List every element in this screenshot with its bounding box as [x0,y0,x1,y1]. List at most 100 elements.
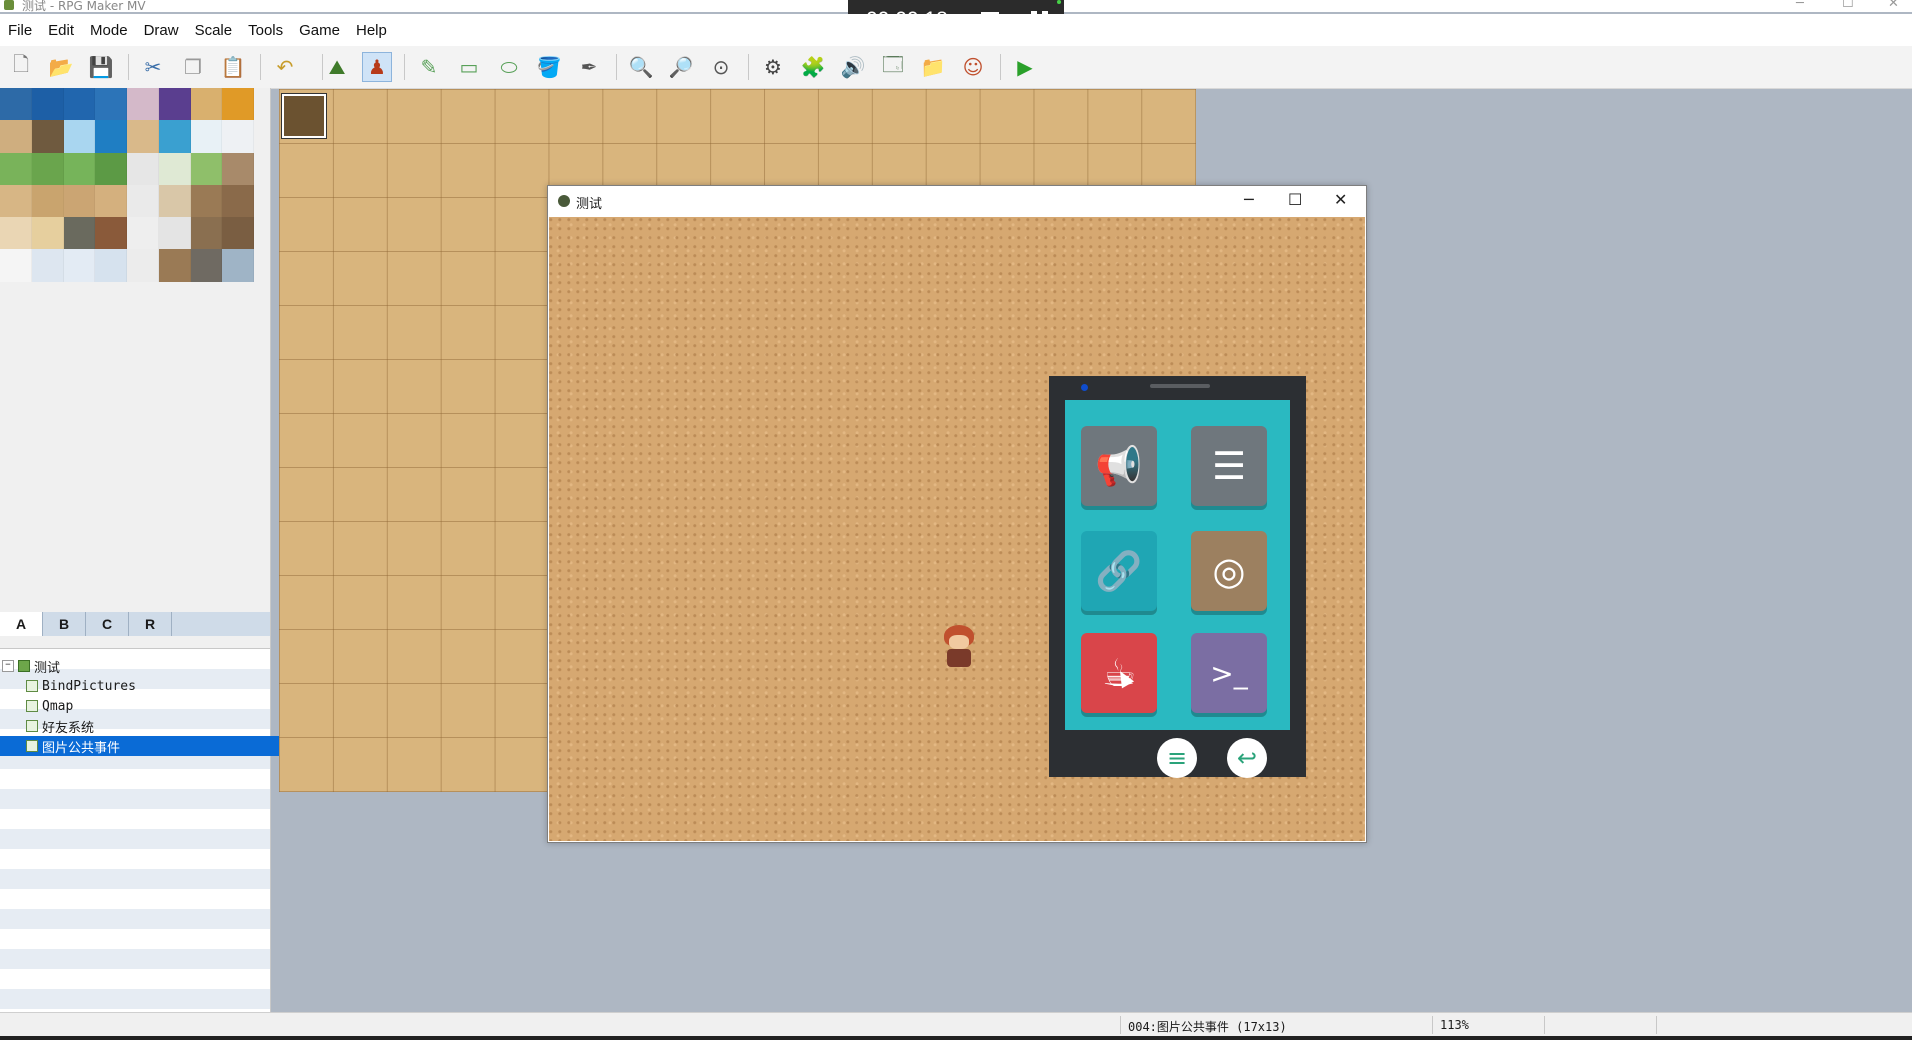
map-tree-item[interactable]: BindPictures [0,676,296,696]
tileset-tile[interactable] [222,88,254,121]
app-speaker[interactable]: ◎ [1191,531,1267,611]
phone-back-button[interactable]: ↩ [1227,738,1267,778]
plugin-manager-icon[interactable]: 🧩 [798,52,828,82]
game-canvas[interactable]: 📢 ☰ 🔗 ◎ ☕ >_ ≡ ↩ [549,217,1365,841]
tileset-tile[interactable] [0,152,32,185]
map-mode-icon[interactable]: ⛰ [322,52,352,82]
tileset-tile[interactable] [0,217,32,250]
actual-size-icon[interactable]: ⊙ [706,52,736,82]
fill-icon[interactable]: 🪣 [534,52,564,82]
menu-mode[interactable]: Mode [82,22,136,39]
menu-tools[interactable]: Tools [240,22,291,39]
tileset-tile[interactable] [31,217,64,250]
tileset-tile[interactable] [31,249,64,282]
tileset-tile[interactable] [127,120,159,153]
tileset-tile[interactable] [127,152,159,185]
map-tree-item[interactable]: 好友系统 [0,716,296,736]
tileset-tile[interactable] [63,152,96,185]
tileset-tile[interactable] [63,217,96,250]
tileset-tile[interactable] [222,184,254,218]
tileset-tile[interactable] [95,152,127,185]
undo-icon[interactable]: ↶ [270,52,300,82]
tileset-tile[interactable] [158,217,191,250]
menu-draw[interactable]: Draw [136,22,187,39]
map-tree-item[interactable]: Qmap [0,696,296,716]
tileset-tile[interactable] [63,184,96,218]
tileset-tile[interactable] [222,249,254,282]
menu-help[interactable]: Help [348,22,395,39]
window-maximize-icon[interactable]: ☐ [1842,0,1854,11]
tileset-tile[interactable] [190,152,223,185]
tileset-tile[interactable] [127,249,159,282]
copy-icon[interactable]: ❐ [178,52,208,82]
tab-c[interactable]: C [86,612,129,636]
new-project-icon[interactable]: 🗋 [6,52,36,82]
phone-menu-button[interactable]: ≡ [1157,738,1197,778]
tileset-tile[interactable] [127,217,159,250]
tileset-tile[interactable] [158,249,191,282]
tab-a[interactable]: A [0,612,43,636]
game-maximize-icon[interactable]: ☐ [1288,190,1302,209]
resource-manager-icon[interactable]: 📁 [918,52,948,82]
zoom-out-icon[interactable]: 🔎 [666,52,696,82]
tileset-tile[interactable] [0,249,32,282]
tab-r[interactable]: R [129,612,172,636]
ellipse-icon[interactable]: ⬭ [494,52,524,82]
tileset-tile[interactable] [95,120,127,153]
tileset-tile[interactable] [31,152,64,185]
tileset-palette[interactable] [0,88,254,282]
tileset-tile[interactable] [63,120,96,153]
menu-game[interactable]: Game [291,22,348,39]
map-tree-root[interactable]: − 测试 [0,656,272,676]
tileset-tile[interactable] [95,88,127,121]
menu-edit[interactable]: Edit [40,22,82,39]
collapse-icon[interactable]: − [2,660,14,672]
tileset-tile[interactable] [158,120,191,153]
tileset-tile[interactable] [63,88,96,121]
window-close-icon[interactable]: ✕ [1888,0,1899,11]
tileset-tile[interactable] [95,217,127,250]
tileset-tile[interactable] [158,184,191,218]
sound-test-icon[interactable]: 🔊 [838,52,868,82]
menu-file[interactable]: File [0,22,40,39]
window-minimize-icon[interactable]: ─ [1796,0,1804,11]
shadow-pen-icon[interactable]: ✒ [574,52,604,82]
tileset-tile[interactable] [158,152,191,185]
tileset-tile[interactable] [190,217,223,250]
tileset-tile[interactable] [31,120,64,153]
tileset-tile[interactable] [222,217,254,250]
map-tree-item-selected[interactable]: 图片公共事件 [0,736,296,756]
app-megaphone[interactable]: 📢 [1081,426,1157,506]
pencil-icon[interactable]: ✎ [414,52,444,82]
app-link[interactable]: 🔗 [1081,531,1157,611]
open-project-icon[interactable]: 📂 [46,52,76,82]
event-mode-icon[interactable]: ♟ [362,52,392,82]
database-icon[interactable]: ⚙ [758,52,788,82]
tileset-tile[interactable] [158,88,191,121]
tileset-tile[interactable] [0,88,32,121]
tileset-tile[interactable] [127,88,159,121]
tileset-tile[interactable] [95,184,127,218]
cut-icon[interactable]: ✂ [138,52,168,82]
tileset-tile[interactable] [222,120,254,153]
tileset-tile[interactable] [0,184,32,218]
tileset-tile[interactable] [190,184,223,218]
rectangle-icon[interactable]: ▭ [454,52,484,82]
tileset-tile[interactable] [31,184,64,218]
tileset-tile[interactable] [190,120,223,153]
tileset-tile[interactable] [190,249,223,282]
paste-icon[interactable]: 📋 [218,52,248,82]
character-generator-icon[interactable]: ☺ [958,52,988,82]
tileset-tile[interactable] [95,249,127,282]
app-terminal[interactable]: >_ [1191,633,1267,713]
tileset-tile[interactable] [190,88,223,121]
tileset-tile[interactable] [222,152,254,185]
app-document[interactable]: ☰ [1191,426,1267,506]
playtest-icon[interactable]: ▶ [1010,52,1040,82]
event-searcher-icon[interactable]: 🗔 [878,52,908,82]
save-project-icon[interactable]: 💾 [86,52,116,82]
tab-b[interactable]: B [43,612,86,636]
tileset-tile[interactable] [31,88,64,121]
tileset-tile[interactable] [63,249,96,282]
zoom-in-icon[interactable]: 🔍 [626,52,656,82]
